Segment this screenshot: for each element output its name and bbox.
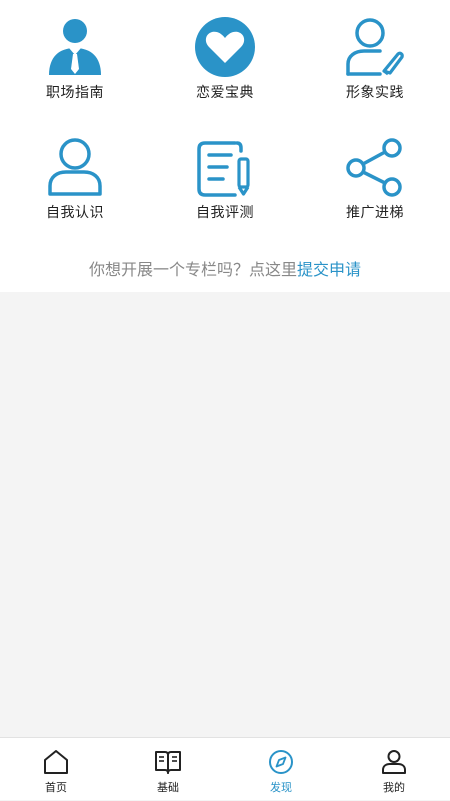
user-icon bbox=[43, 135, 107, 199]
businessman-icon bbox=[43, 15, 107, 79]
share-icon bbox=[343, 135, 407, 199]
apply-column-prompt: 你想开展一个专栏吗？点这里提交申请 bbox=[0, 256, 450, 280]
grid-item-self-assessment[interactable]: 自我评测 bbox=[150, 120, 300, 230]
tab-label: 我的 bbox=[383, 781, 405, 794]
feature-panel: 职场指南 恋爱宝典 形象实践 自我认识 自我评测 推广进梯 你想开展一个专栏吗？… bbox=[0, 0, 450, 292]
tab-label: 基础 bbox=[157, 781, 179, 794]
tab-label: 首页 bbox=[45, 781, 67, 794]
grid-label: 自我认识 bbox=[46, 205, 104, 221]
submit-application-link[interactable]: 提交申请 bbox=[297, 260, 361, 279]
apply-prompt-text: 你想开展一个专栏吗？点这里 bbox=[88, 260, 297, 279]
grid-label: 恋爱宝典 bbox=[196, 85, 254, 101]
person-pen-icon bbox=[343, 15, 407, 79]
grid-label: 形象实践 bbox=[346, 85, 404, 101]
compass-icon bbox=[266, 747, 296, 777]
tab-mine[interactable]: 我的 bbox=[338, 738, 450, 801]
grid-item-image-practice[interactable]: 形象实践 bbox=[300, 0, 450, 110]
tab-basics[interactable]: 基础 bbox=[112, 738, 224, 801]
home-icon bbox=[41, 747, 71, 777]
grid-label: 推广进梯 bbox=[346, 205, 404, 221]
bottom-tab-bar: 首页 基础 发现 我的 bbox=[0, 737, 450, 800]
grid-item-career-guide[interactable]: 职场指南 bbox=[0, 0, 150, 110]
tab-label: 发现 bbox=[270, 781, 292, 794]
heart-icon bbox=[193, 15, 257, 79]
grid-item-love-guide[interactable]: 恋爱宝典 bbox=[150, 0, 300, 110]
tab-discover[interactable]: 发现 bbox=[225, 738, 337, 801]
grid-item-self-knowledge[interactable]: 自我认识 bbox=[0, 120, 150, 230]
grid-item-promotion[interactable]: 推广进梯 bbox=[300, 120, 450, 230]
note-edit-icon bbox=[193, 135, 257, 199]
tab-home[interactable]: 首页 bbox=[0, 738, 112, 801]
grid-label: 职场指南 bbox=[46, 85, 104, 101]
profile-icon bbox=[379, 747, 409, 777]
book-icon bbox=[153, 747, 183, 777]
grid-label: 自我评测 bbox=[196, 205, 254, 221]
